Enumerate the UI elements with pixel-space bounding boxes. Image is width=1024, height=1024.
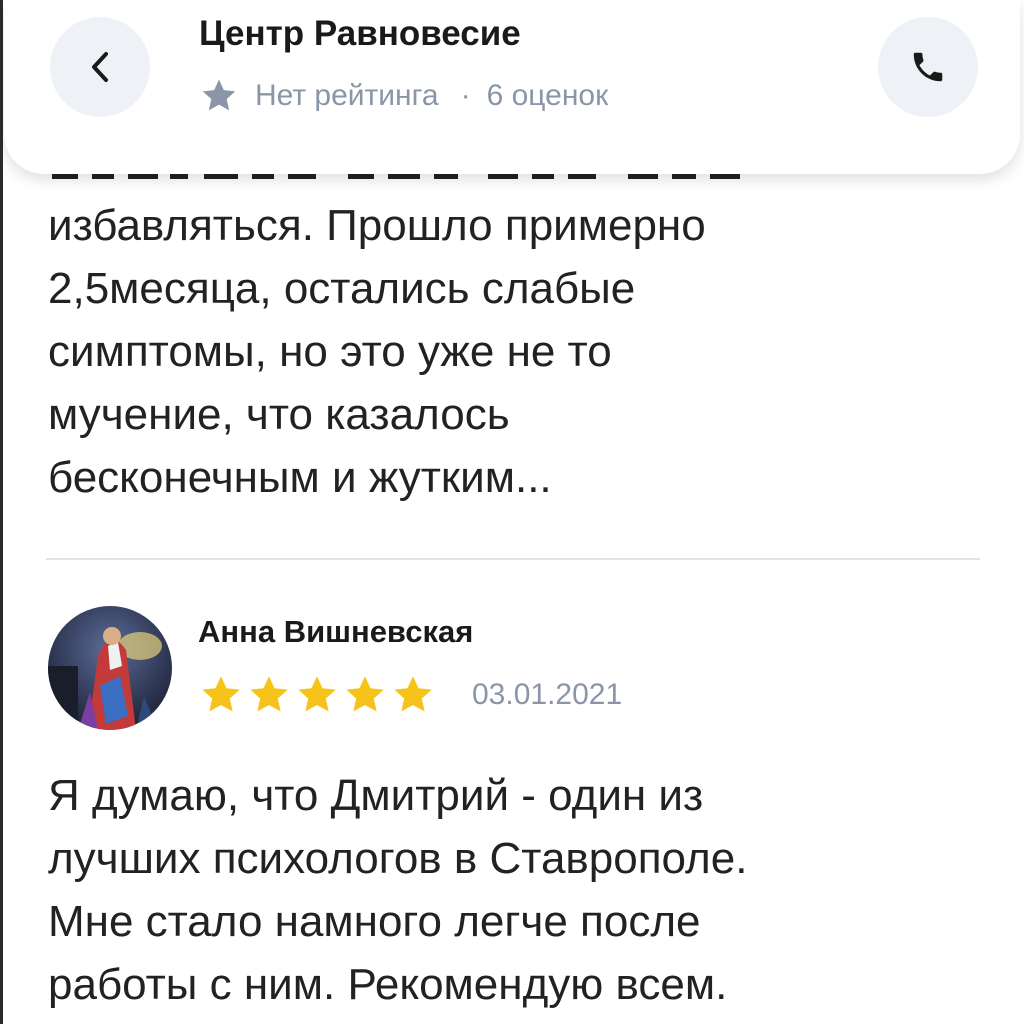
ratings-count: 6 оценок: [486, 79, 609, 112]
rating-text: Нет рейтинга: [255, 79, 439, 112]
review-line: бесконечным и жутким...: [48, 453, 552, 502]
chevron-left-icon: [92, 52, 108, 82]
review-screen: Центр Равновесие Нет рейтинга · 6 оценок: [0, 0, 1024, 1024]
header-card: Центр Равновесие Нет рейтинга · 6 оценок: [4, 0, 1020, 174]
star-filled-icon: [346, 676, 384, 712]
star-rating: 03.01.2021: [198, 672, 622, 718]
review-line: Я думаю, что Дмитрий - один из: [48, 771, 704, 820]
screen-edge: [0, 0, 3, 1024]
page-title: Центр Равновесие: [199, 14, 521, 53]
review-line: 2,5месяца, остались слабые: [48, 264, 636, 313]
star-filled-icon: [298, 676, 336, 712]
star-filled-icon: [250, 676, 288, 712]
rating-separator: ·: [460, 79, 471, 112]
review-date: 03.01.2021: [472, 678, 623, 711]
star-icon: [202, 79, 236, 111]
avatar[interactable]: [48, 606, 172, 730]
star-filled-icon: [394, 676, 432, 712]
review-divider: [46, 558, 980, 560]
phone-icon: [913, 52, 943, 82]
review-line: симптомы, но это уже не то: [48, 327, 612, 376]
review-line: работы с ним. Рекомендую всем.: [48, 960, 728, 1009]
star-filled-icon: [202, 676, 240, 712]
review-text: избавляться. Прошло примерно 2,5месяца, …: [48, 194, 998, 509]
rating-summary[interactable]: Нет рейтинга · 6 оценок: [199, 76, 608, 116]
review-line: лучших психологов в Ставрополе.: [48, 834, 748, 883]
review-line: избавляться. Прошло примерно: [48, 201, 706, 250]
review-line: мучение, что казалось: [48, 390, 510, 439]
author-name[interactable]: Анна Вишневская: [198, 614, 473, 650]
review-text: Я думаю, что Дмитрий - один из лучших пс…: [48, 764, 998, 1016]
call-button[interactable]: [878, 17, 978, 117]
review-line: Мне стало намного легче после: [48, 897, 701, 946]
avatar-image: [48, 606, 172, 730]
back-button[interactable]: [50, 17, 150, 117]
